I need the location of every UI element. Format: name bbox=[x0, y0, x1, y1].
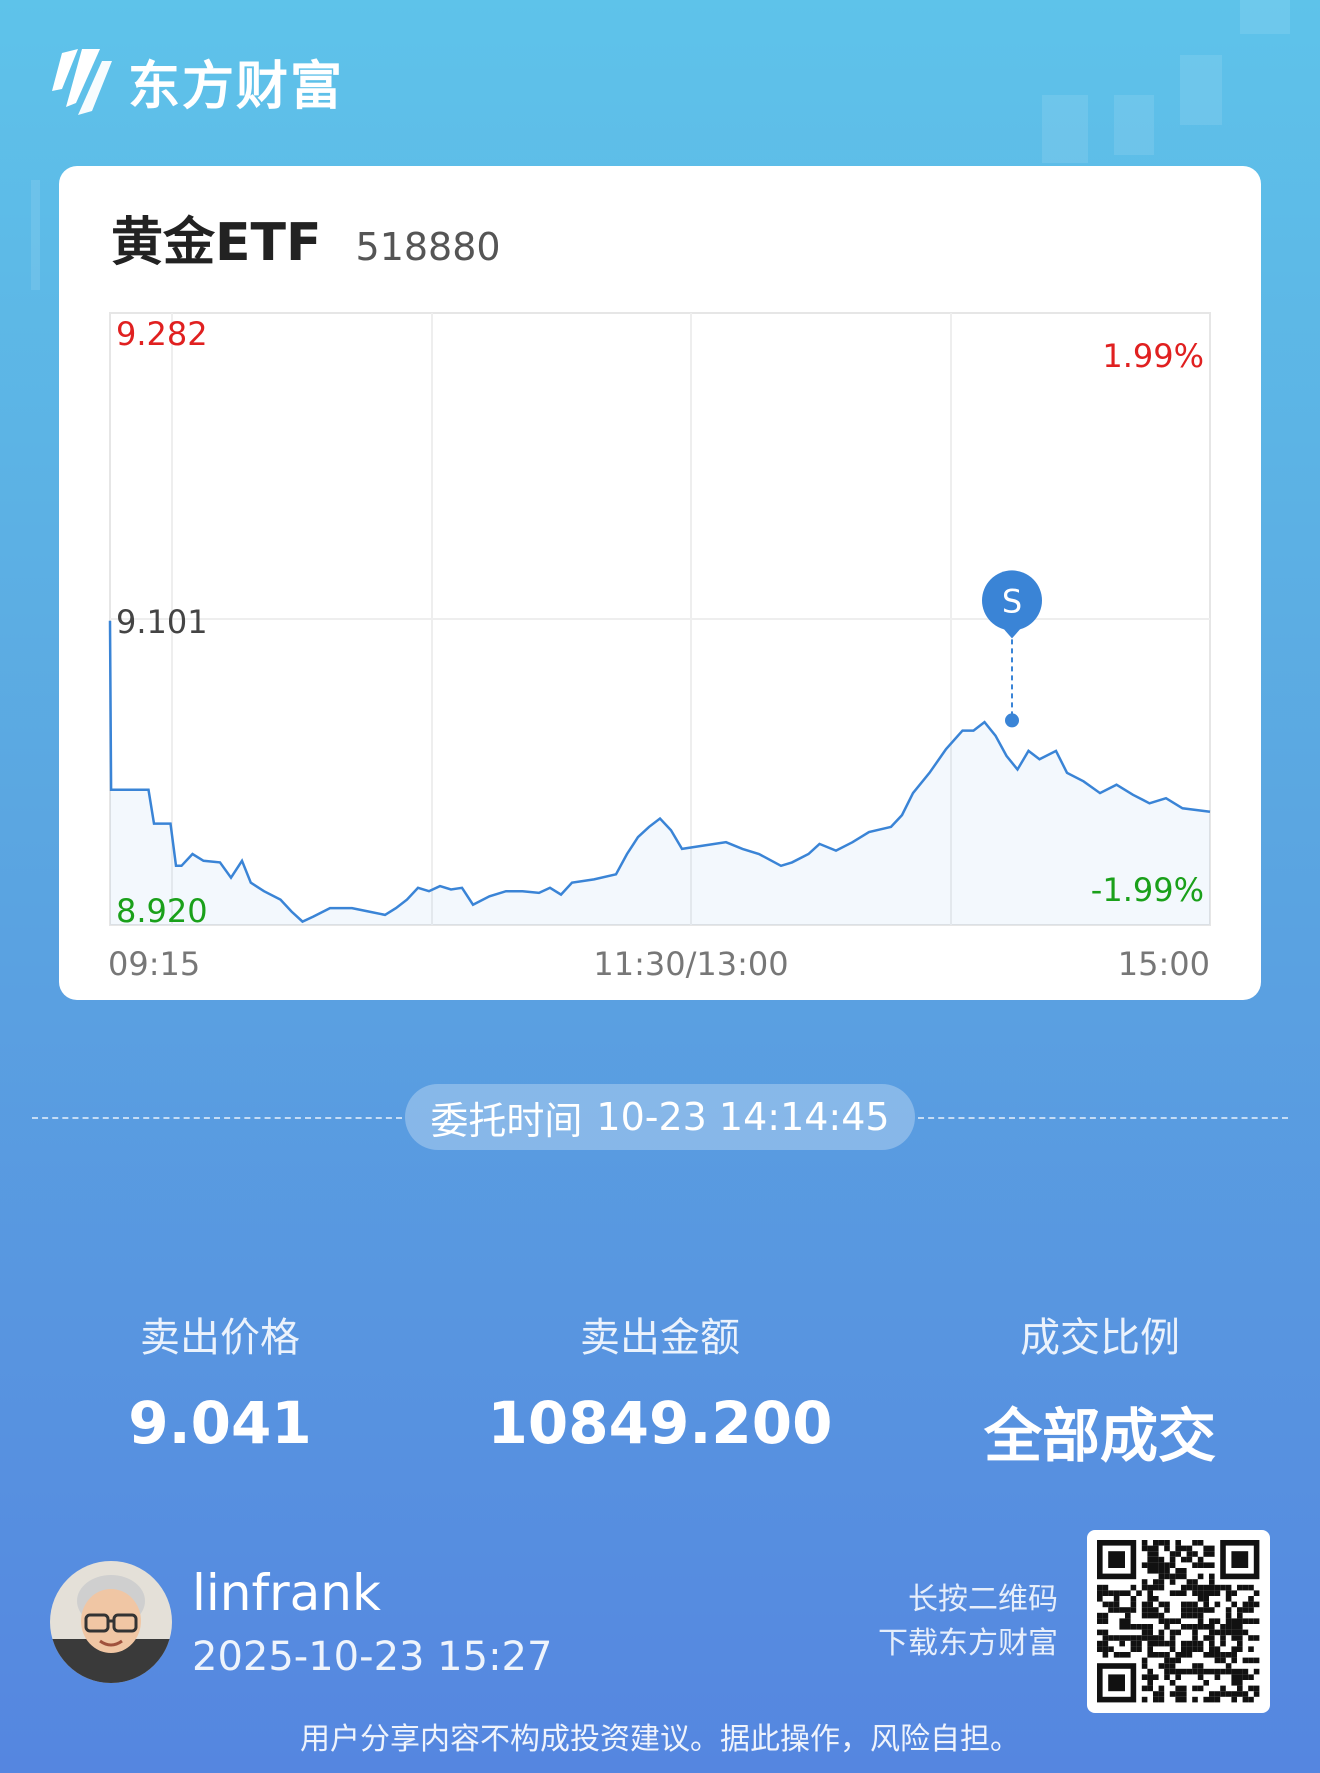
chart-card: 黄金ETF 518880 S 9.282 9.101 8.920 1.99% -… bbox=[59, 166, 1261, 1000]
brand: 东方财富 bbox=[48, 44, 344, 119]
stat-fill-ratio: 成交比例 全部成交 bbox=[880, 1305, 1320, 1473]
username: linfrank bbox=[192, 1564, 381, 1622]
y-label-mid: 9.101 bbox=[116, 603, 208, 641]
qr-hint-line2: 下载东方财富 bbox=[878, 1626, 1058, 1661]
dashed-divider-right bbox=[918, 1117, 1288, 1119]
order-time-value: 10-23 14:14:45 bbox=[596, 1095, 890, 1139]
disclaimer: 用户分享内容不构成投资建议。据此操作，风险自担。 bbox=[300, 1722, 1020, 1757]
order-time-label: 委托时间 bbox=[430, 1098, 583, 1143]
stat-label: 卖出价格 bbox=[140, 1315, 300, 1361]
price-area bbox=[110, 620, 1210, 925]
decorative-candle bbox=[1042, 95, 1088, 163]
pct-label-bottom: -1.99% bbox=[1091, 871, 1204, 909]
brand-name: 东方财富 bbox=[128, 57, 345, 117]
share-datetime: 2025-10-23 15:27 bbox=[192, 1634, 553, 1680]
order-time-pill: 委托时间 10-23 14:14:45 bbox=[405, 1084, 915, 1150]
qr-code-icon[interactable] bbox=[1087, 1530, 1270, 1713]
decorative-candle bbox=[1180, 55, 1222, 125]
order-time-row: 委托时间 10-23 14:14:45 bbox=[32, 1082, 1288, 1152]
qr-hint: 长按二维码 下载东方财富 bbox=[878, 1578, 1058, 1666]
x-label-midday: 11:30/13:00 bbox=[593, 945, 788, 983]
sell-marker-dot bbox=[1005, 713, 1019, 728]
stat-value: 10849.200 bbox=[487, 1389, 833, 1457]
y-label-top: 9.282 bbox=[116, 315, 208, 353]
decorative-candle bbox=[31, 180, 40, 290]
pct-label-top: 1.99% bbox=[1102, 337, 1204, 375]
stat-label: 卖出金额 bbox=[580, 1315, 740, 1361]
intraday-chart: S 9.282 9.101 8.920 1.99% -1.99% 09:15 1… bbox=[108, 312, 1211, 983]
stat-sell-price: 卖出价格 9.041 bbox=[0, 1305, 440, 1457]
stat-value: 9.041 bbox=[128, 1389, 312, 1457]
stat-label: 成交比例 bbox=[1020, 1315, 1180, 1361]
stat-value: 全部成交 bbox=[983, 1402, 1216, 1470]
decorative-candle bbox=[1114, 95, 1154, 155]
stat-sell-amount: 卖出金额 10849.200 bbox=[440, 1305, 880, 1457]
memoji-avatar-icon[interactable] bbox=[50, 1561, 172, 1683]
qr-hint-line1: 长按二维码 bbox=[908, 1582, 1058, 1617]
eastmoney-logo-icon bbox=[52, 48, 112, 115]
sell-marker-label: S bbox=[1002, 582, 1022, 620]
decorative-candle bbox=[1240, 0, 1290, 34]
x-label-open: 09:15 bbox=[108, 945, 200, 983]
dashed-divider-left bbox=[32, 1117, 402, 1119]
y-label-bottom: 8.920 bbox=[116, 892, 208, 930]
x-label-close: 15:00 bbox=[1118, 945, 1210, 983]
